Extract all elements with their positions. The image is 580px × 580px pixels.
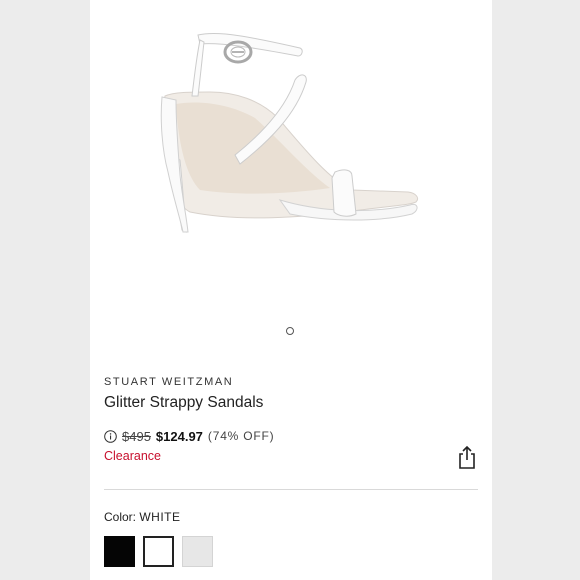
info-icon[interactable] [104,429,117,443]
divider [104,489,478,490]
color-selection: Color: WHITE [104,510,181,524]
share-button[interactable] [456,444,478,470]
carousel-dot[interactable] [286,327,294,335]
share-icon [459,445,475,469]
clearance-badge: Clearance [104,449,161,463]
brand-name[interactable]: STUART WEITZMAN [104,376,233,388]
selected-color: WHITE [139,510,181,524]
product-title: Glitter Strappy Sandals [104,394,264,411]
swatch-black[interactable] [104,536,135,567]
swatch-white[interactable] [143,536,174,567]
color-label: Color: [104,510,140,524]
sandal-illustration [160,32,419,233]
price-row: $495 $124.97 (74% OFF) [104,427,274,445]
sale-price: $124.97 [155,428,203,444]
discount-percent: (74% OFF) [207,429,275,443]
product-image[interactable] [90,0,492,345]
color-swatches [104,536,213,567]
swatch-gray[interactable] [182,536,213,567]
product-page: STUART WEITZMAN Glitter Strappy Sandals … [90,0,492,580]
original-price: $495 [122,428,151,444]
